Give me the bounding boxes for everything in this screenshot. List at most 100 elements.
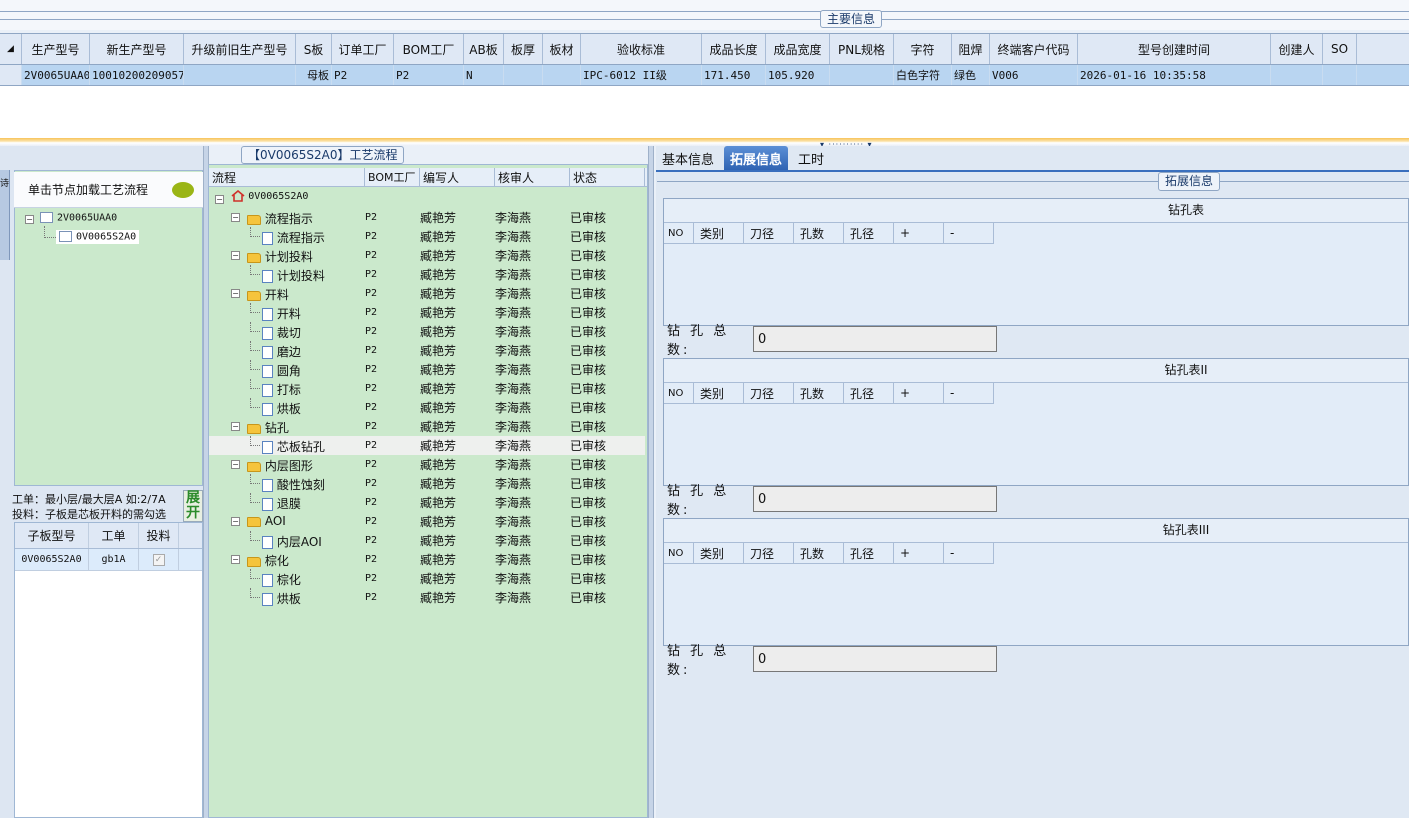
flow-row[interactable]: 烘板 P2 臧艳芳 李海燕 已审核 xyxy=(209,398,645,417)
col-header[interactable]: 新生产型号 xyxy=(90,34,184,64)
flow-writer[interactable]: 臧艳芳 xyxy=(420,361,495,378)
col-header[interactable]: 核审人 xyxy=(495,168,570,186)
flow-bom[interactable]: P2 xyxy=(365,269,420,280)
flow-writer[interactable]: 臧艳芳 xyxy=(420,437,495,454)
tab-work-hours[interactable]: 工时 xyxy=(792,146,830,170)
flow-writer[interactable]: 臧艳芳 xyxy=(420,399,495,416)
flow-status[interactable]: 已审核 xyxy=(570,494,645,511)
table-cell[interactable]: N xyxy=(464,65,504,85)
flow-step-cell[interactable]: 芯板钻孔 xyxy=(209,436,365,455)
flow-step-cell[interactable]: − 棕化 xyxy=(209,550,365,569)
flow-bom[interactable]: P2 xyxy=(365,288,420,299)
flow-bom[interactable]: P2 xyxy=(365,250,420,261)
flow-checker[interactable]: 李海燕 xyxy=(495,285,570,302)
table-cell[interactable]: V006 xyxy=(990,65,1078,85)
flow-bom[interactable]: P2 xyxy=(365,402,420,413)
flow-checker[interactable]: 李海燕 xyxy=(495,342,570,359)
flow-writer[interactable]: 臧艳芳 xyxy=(420,513,495,530)
flow-writer[interactable]: 臧艳芳 xyxy=(420,494,495,511)
flow-step-cell[interactable]: 流程指示 xyxy=(209,227,365,246)
flow-writer[interactable]: 臧艳芳 xyxy=(420,228,495,245)
col-header[interactable]: 成品长度 xyxy=(702,34,766,64)
flow-bom[interactable]: P2 xyxy=(365,212,420,223)
col-header[interactable]: + xyxy=(894,223,944,244)
table-cell[interactable]: 0V0065S2A0 xyxy=(15,549,89,570)
vertical-splitter[interactable] xyxy=(648,146,654,818)
flow-step-cell[interactable]: 退膜 xyxy=(209,493,365,512)
col-header[interactable]: PNL规格 xyxy=(830,34,894,64)
col-header[interactable]: 生产型号 xyxy=(22,34,90,64)
col-header[interactable]: NO xyxy=(664,383,694,404)
flow-row[interactable]: − 钻孔 P2 臧艳芳 李海燕 已审核 xyxy=(209,417,645,436)
collapse-icon[interactable]: − xyxy=(231,517,240,526)
col-header[interactable]: 类别 xyxy=(694,543,744,564)
col-header[interactable]: + xyxy=(894,543,944,564)
collapse-icon[interactable]: − xyxy=(25,215,34,224)
drill-total-field[interactable]: 0 xyxy=(753,646,997,672)
col-header[interactable]: 成品宽度 xyxy=(766,34,830,64)
flow-step-cell[interactable]: 圆角 xyxy=(209,360,365,379)
flow-writer[interactable]: 臧艳芳 xyxy=(420,304,495,321)
flow-status[interactable]: 已审核 xyxy=(570,285,645,302)
flow-checker[interactable]: 李海燕 xyxy=(495,475,570,492)
col-header[interactable]: + xyxy=(894,383,944,404)
table-cell[interactable] xyxy=(504,65,543,85)
flow-bom[interactable]: P2 xyxy=(365,535,420,546)
flow-status[interactable]: 已审核 xyxy=(570,323,645,340)
col-header[interactable]: 订单工厂 xyxy=(332,34,394,64)
table-cell[interactable] xyxy=(830,65,894,85)
col-header[interactable]: 孔径 xyxy=(844,223,894,244)
flow-root[interactable]: 0V0065S2A0 xyxy=(231,190,308,202)
col-header[interactable]: SO xyxy=(1323,34,1357,64)
flow-status[interactable]: 已审核 xyxy=(570,209,645,226)
flow-writer[interactable]: 臧艳芳 xyxy=(420,209,495,226)
expand-button[interactable]: 展开 xyxy=(183,490,203,522)
col-header[interactable]: BOM工厂 xyxy=(365,168,420,186)
flow-bom[interactable]: P2 xyxy=(365,592,420,603)
col-header[interactable]: AB板 xyxy=(464,34,504,64)
col-header[interactable]: 终端客户代码 xyxy=(990,34,1078,64)
table-cell[interactable] xyxy=(1271,65,1323,85)
col-header[interactable]: 状态 xyxy=(570,168,645,186)
table-cell[interactable] xyxy=(1323,65,1357,85)
drill-total-field[interactable]: 0 xyxy=(753,326,997,352)
flow-bom[interactable]: P2 xyxy=(365,326,420,337)
tab-extended-info[interactable]: 拓展信息 xyxy=(724,146,789,170)
flow-writer[interactable]: 臧艳芳 xyxy=(420,589,495,606)
flow-bom[interactable]: P2 xyxy=(365,421,420,432)
flow-checker[interactable]: 李海燕 xyxy=(495,437,570,454)
tab-basic-info[interactable]: 基本信息 xyxy=(656,146,720,170)
flow-row[interactable]: 酸性蚀刻 P2 臧艳芳 李海燕 已审核 xyxy=(209,474,645,493)
flow-checker[interactable]: 李海燕 xyxy=(495,513,570,530)
col-header[interactable]: 类别 xyxy=(694,223,744,244)
table-cell[interactable] xyxy=(184,65,296,85)
collapse-icon[interactable]: − xyxy=(231,289,240,298)
flow-row[interactable]: 流程指示 P2 臧艳芳 李海燕 已审核 xyxy=(209,227,645,246)
header-corner[interactable]: ◢ xyxy=(0,34,22,64)
flow-row[interactable]: − 计划投料 P2 臧艳芳 李海燕 已审核 xyxy=(209,246,645,265)
flow-bom[interactable]: P2 xyxy=(365,364,420,375)
flow-step-cell[interactable]: 烘板 xyxy=(209,588,365,607)
flow-bom[interactable]: P2 xyxy=(365,573,420,584)
flow-writer[interactable]: 臧艳芳 xyxy=(420,456,495,473)
horizontal-splitter[interactable] xyxy=(0,138,1409,146)
col-header[interactable]: 刀径 xyxy=(744,223,794,244)
col-header[interactable]: NO xyxy=(664,543,694,564)
flow-checker[interactable]: 李海燕 xyxy=(495,494,570,511)
flow-row[interactable]: 退膜 P2 臧艳芳 李海燕 已审核 xyxy=(209,493,645,512)
table-cell[interactable]: gb1A xyxy=(89,549,139,570)
flow-writer[interactable]: 臧艳芳 xyxy=(420,323,495,340)
table-row[interactable]: 0V0065S2A0 gb1A ✓ xyxy=(15,549,202,571)
flow-status[interactable]: 已审核 xyxy=(570,551,645,568)
collapse-icon[interactable]: − xyxy=(231,251,240,260)
flow-writer[interactable]: 臧艳芳 xyxy=(420,285,495,302)
col-header[interactable]: S板 xyxy=(296,34,332,64)
flow-row[interactable]: 烘板 P2 臧艳芳 李海燕 已审核 xyxy=(209,588,645,607)
flow-checker[interactable]: 李海燕 xyxy=(495,589,570,606)
table-cell[interactable]: 绿色 xyxy=(952,65,990,85)
flow-checker[interactable]: 李海燕 xyxy=(495,209,570,226)
flow-status[interactable]: 已审核 xyxy=(570,304,645,321)
col-header[interactable]: 创建人 xyxy=(1271,34,1323,64)
col-header[interactable]: 孔数 xyxy=(794,223,844,244)
flow-row[interactable]: 芯板钻孔 P2 臧艳芳 李海燕 已审核 xyxy=(209,436,645,455)
